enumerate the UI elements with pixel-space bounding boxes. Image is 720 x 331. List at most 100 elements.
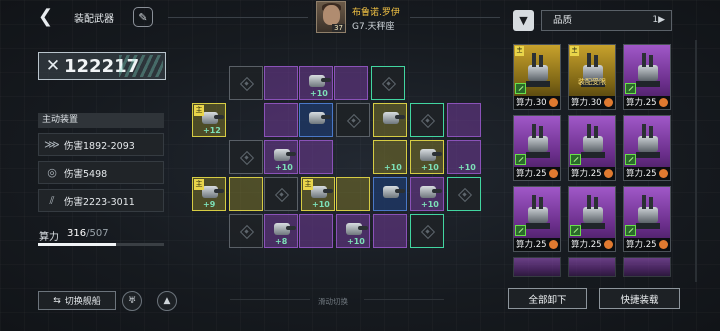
wing-emblem-icon: ♅	[127, 296, 137, 306]
ship-slot[interactable]	[410, 214, 444, 248]
gear-icon	[659, 98, 668, 107]
slot-bonus: +12	[203, 126, 221, 135]
ship-slot[interactable]: +10	[447, 140, 481, 174]
ship-slot[interactable]	[373, 177, 407, 211]
ship-slot[interactable]	[229, 66, 263, 100]
weapon-icon	[522, 193, 554, 233]
claw-icon: ⋙	[44, 137, 60, 151]
gear-icon	[604, 169, 613, 178]
ship-slot[interactable]	[447, 177, 481, 211]
ship-slot[interactable]: 主 +10	[301, 177, 335, 211]
weapon-card[interactable]: 算力.25	[513, 115, 561, 181]
pencil-icon: ✎	[138, 10, 148, 24]
missile-icon: ⫽	[49, 193, 55, 207]
edit-button[interactable]: ✎	[133, 7, 153, 27]
card-footer: 算力.25	[569, 167, 615, 180]
slot-bonus: +8	[275, 237, 288, 246]
ship-slot[interactable]	[410, 103, 444, 137]
gear-icon	[604, 98, 613, 107]
card-calc-cost: 算力.25	[571, 169, 602, 179]
weapon-icon	[416, 184, 442, 200]
card-calc-cost: 算力.25	[626, 240, 657, 250]
ship-slot[interactable]	[373, 103, 407, 137]
stat-text: 伤害5498	[64, 168, 108, 180]
gear-icon	[659, 240, 668, 249]
main-weapon-tag: 主	[570, 46, 579, 56]
ship-slot[interactable]: +10	[299, 66, 333, 100]
inventory-scrollbar[interactable]	[695, 40, 697, 282]
card-calc-cost: 算力.25	[571, 240, 602, 250]
ship-slot[interactable]: +10	[264, 140, 298, 174]
stat-row-1[interactable]: ⋙ 伤害1892-2093	[38, 133, 164, 156]
stat-row-2[interactable]: ◎ 伤害5498	[38, 161, 164, 184]
weapon-card[interactable]: 主装配受限算力.30	[568, 44, 616, 110]
ship-slot[interactable]	[371, 66, 405, 100]
ship-slot[interactable]	[334, 66, 368, 100]
ship-slot[interactable]	[229, 214, 263, 248]
calc-progress-bar	[38, 243, 164, 246]
weapon-card[interactable]: 算力.25	[568, 186, 616, 252]
weapon-card[interactable]	[623, 257, 671, 277]
weapon-card[interactable]: 算力.25	[513, 186, 561, 252]
card-footer: 算力.25	[624, 238, 670, 251]
weapon-card[interactable]	[513, 257, 561, 277]
ship-slot[interactable]: +8	[264, 214, 298, 248]
upgrade-chip-icon	[570, 154, 581, 165]
weapon-card[interactable]	[568, 257, 616, 277]
main-weapon-tag: 主	[515, 46, 524, 56]
ship-slot[interactable]	[336, 177, 370, 211]
ship-slot[interactable]	[447, 103, 481, 137]
weapon-card[interactable]: 算力.25	[568, 115, 616, 181]
back-button[interactable]: ❮	[38, 8, 56, 26]
weapon-icon	[416, 147, 442, 163]
upgrade-chip-icon	[625, 83, 636, 94]
ship-slot[interactable]: +10	[373, 140, 407, 174]
ship-slot[interactable]	[299, 140, 333, 174]
card-calc-cost: 算力.30	[571, 98, 602, 108]
weapon-icon	[522, 51, 554, 91]
ship-slot[interactable]	[299, 103, 333, 137]
weapon-card[interactable]: 主算力.30	[513, 44, 561, 110]
switch-ship-button[interactable]: ⇆ 切换舰船	[38, 291, 116, 310]
ship-slot[interactable]	[264, 66, 298, 100]
header-divider-right	[410, 17, 500, 18]
upgrade-chip-icon	[570, 225, 581, 236]
ship-slot[interactable]: 主 +12	[192, 103, 226, 137]
weapon-icon	[632, 51, 664, 91]
swap-arrows-icon: ⇆	[53, 295, 61, 306]
ship-slot[interactable]: +10	[410, 177, 444, 211]
pilot-avatar[interactable]: 37	[316, 1, 346, 33]
weapon-icon	[270, 147, 296, 163]
weapon-card[interactable]: 算力.25	[623, 115, 671, 181]
ship-slot[interactable]: +10	[410, 140, 444, 174]
filter-button[interactable]: ▼	[513, 10, 534, 31]
card-calc-cost: 算力.25	[516, 169, 547, 179]
ship-slot[interactable]	[229, 140, 263, 174]
ship-slot[interactable]	[373, 214, 407, 248]
slot-bonus: +10	[310, 89, 328, 98]
upgrade-chip-icon	[515, 225, 526, 236]
ship-slot[interactable]: 主 +9	[192, 177, 226, 211]
equipped-limit-label: 装配受限	[578, 78, 606, 86]
quick-equip-button[interactable]: 快捷装载	[599, 288, 680, 309]
main-weapon-tag: 主	[194, 179, 204, 190]
weapon-card[interactable]: 算力.25	[623, 186, 671, 252]
ship-slot[interactable]	[336, 103, 370, 137]
wing-emblem-button[interactable]: ♅	[122, 291, 142, 311]
ship-slot[interactable]	[264, 103, 298, 137]
slide-hint: 滑动切换	[318, 297, 348, 306]
stat-row-3[interactable]: ⫽ 伤害2223-3011	[38, 189, 164, 212]
slot-bonus: +10	[347, 237, 365, 246]
ship-slot[interactable]	[264, 177, 298, 211]
weapon-card[interactable]: 算力.25	[623, 44, 671, 110]
weapon-icon	[577, 122, 609, 162]
ship-slot[interactable]	[229, 177, 263, 211]
pilot-level: 37	[332, 24, 345, 32]
ship-slot[interactable]: +10	[336, 214, 370, 248]
quality-select[interactable]: 品质 1▶	[541, 10, 672, 31]
calc-max: /507	[86, 228, 109, 239]
triangle-emblem-button[interactable]: ▲	[157, 291, 177, 311]
ship-slot[interactable]	[299, 214, 333, 248]
unequip-all-button[interactable]: 全部卸下	[508, 288, 587, 309]
weapon-icon	[342, 221, 368, 237]
